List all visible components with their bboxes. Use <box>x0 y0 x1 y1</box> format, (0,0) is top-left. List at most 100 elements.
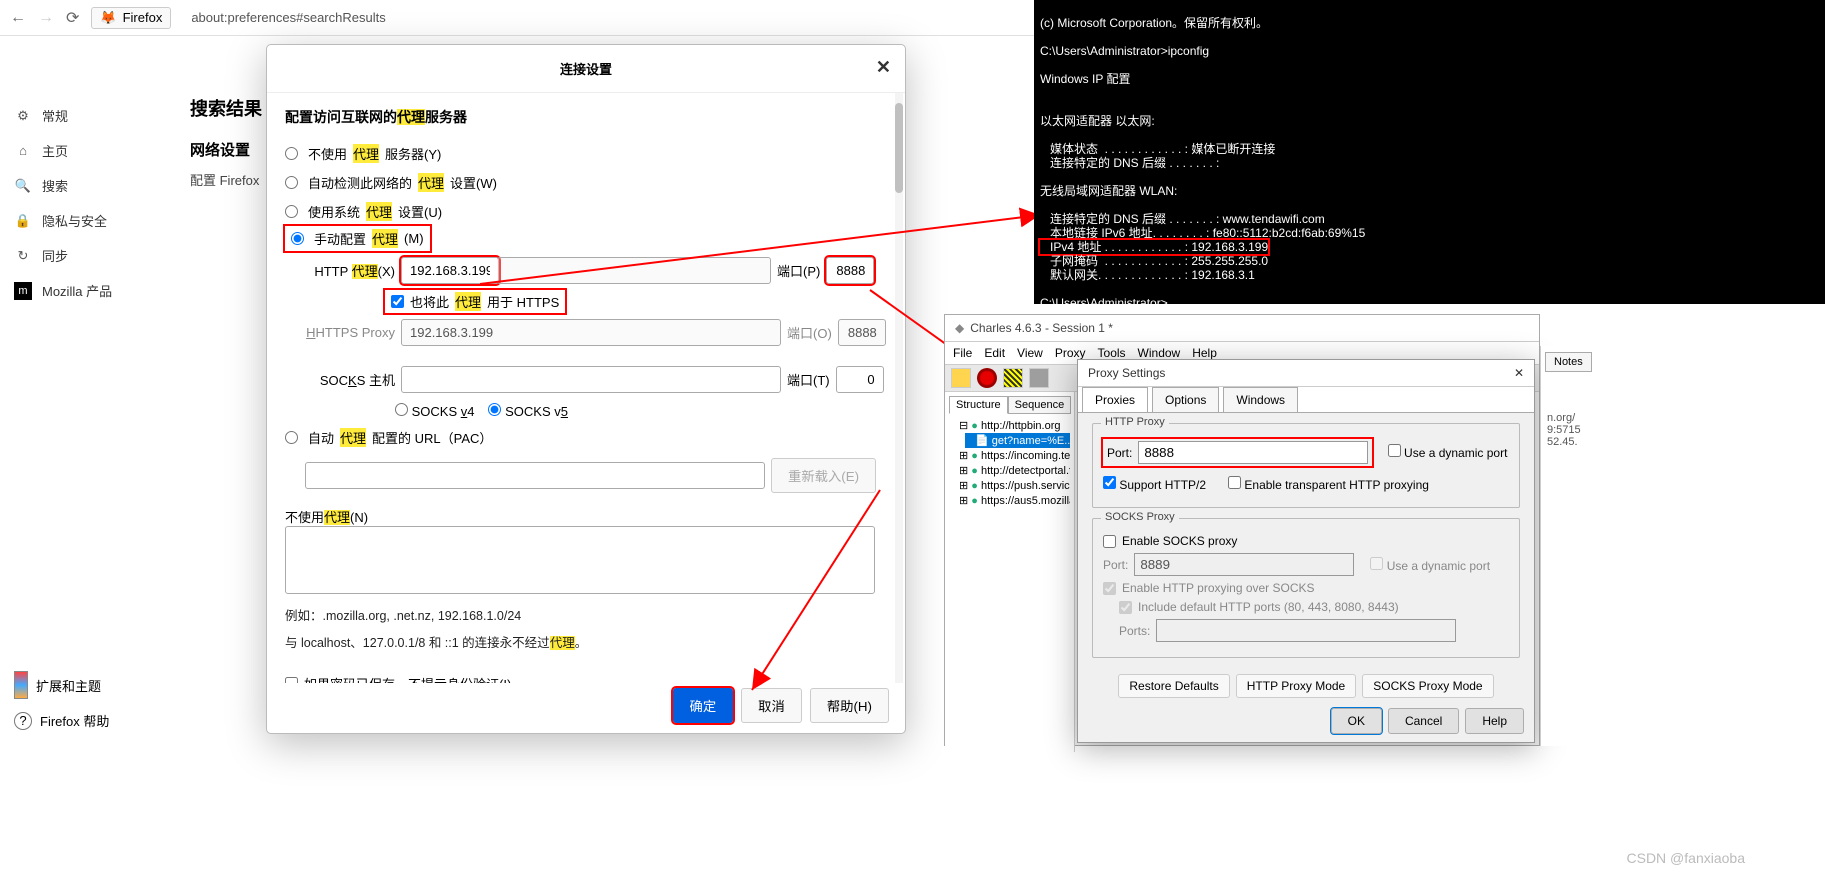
dialog-body: 配置访问互联网的代理服务器 不使用代理服务器(Y) 自动检测此网络的代理设置(W… <box>267 93 905 683</box>
socks-proxy-mode-button[interactable]: SOCKS Proxy Mode <box>1362 674 1493 698</box>
tab-sequence[interactable]: Sequence <box>1008 396 1072 414</box>
connection-settings-dialog: 连接设置 ✕ 配置访问互联网的代理服务器 不使用代理服务器(Y) 自动检测此网络… <box>266 44 906 734</box>
proxy-dialog-tabs: Proxies Options Windows <box>1078 387 1534 413</box>
cancel-button[interactable]: 取消 <box>741 688 802 723</box>
socks-dyn-port: Use a dynamic port <box>1370 557 1490 573</box>
menu-help[interactable]: Help <box>1192 346 1217 360</box>
http-proxy-host-input[interactable] <box>401 257 499 284</box>
toolbar-record-icon[interactable] <box>977 368 997 388</box>
socks-label: SOCKS 主机 <box>285 370 395 389</box>
https-port-label: 端口(O) <box>787 323 832 342</box>
close-icon[interactable]: ✕ <box>1514 366 1524 380</box>
sidebar-item-home[interactable]: ⌂主页 <box>0 133 150 168</box>
tab-label: Firefox <box>123 10 163 25</box>
dynamic-port-check[interactable]: Use a dynamic port <box>1388 446 1508 460</box>
tree-node[interactable]: ⊞ ● https://aus5.mozilla <box>949 493 1070 508</box>
menu-proxy[interactable]: Proxy <box>1055 346 1086 360</box>
extensions-themes-link[interactable]: 扩展和主题 <box>4 665 119 705</box>
tab-structure[interactable]: Structure <box>949 396 1008 414</box>
http-over-socks-check: Enable HTTP proxying over SOCKS <box>1103 581 1509 595</box>
no-auth-prompt-row[interactable]: 如果密码已保存，不提示身份验证(I) <box>285 669 887 683</box>
radio-pac-url[interactable]: 自动代理配置的 URL（PAC） <box>285 423 887 452</box>
toolbar-turtle-icon[interactable] <box>1029 368 1049 388</box>
tree-node-selected[interactable]: 📄 get?name=%E... <box>965 433 1070 448</box>
sidebar-item-general[interactable]: ⚙常规 <box>0 98 150 133</box>
menu-file[interactable]: File <box>953 346 972 360</box>
preferences-sidebar: ⚙常规 ⌂主页 🔍搜索 🔒隐私与安全 ↻同步 mMozilla 产品 <box>0 36 150 308</box>
dialog-title: 连接设置 ✕ <box>267 45 905 93</box>
sidebar-item-search[interactable]: 🔍搜索 <box>0 168 150 203</box>
toolbar-tool-icon[interactable] <box>1003 368 1023 388</box>
dialog-title-text: 连接设置 <box>560 62 612 77</box>
radio-socks4[interactable]: SOCKS v4 <box>395 403 474 419</box>
http-proxy-fieldset: HTTP Proxy Port: Use a dynamic port Supp… <box>1092 423 1520 508</box>
http-proxy-port-input[interactable] <box>826 257 874 284</box>
transparent-check[interactable]: Enable transparent HTTP proxying <box>1228 476 1429 492</box>
sidebar-item-privacy[interactable]: 🔒隐私与安全 <box>0 203 150 238</box>
menu-edit[interactable]: Edit <box>984 346 1005 360</box>
http-port-label: 端口(P) <box>777 261 820 280</box>
socks-row: SOCKS 主机 端口(T) <box>285 366 887 393</box>
https-proxy-label: HHTTPS Proxy <box>285 325 395 340</box>
home-icon: ⌂ <box>14 143 32 158</box>
tab-notes[interactable]: Notes <box>1545 352 1592 372</box>
tab-proxies[interactable]: Proxies <box>1082 387 1148 412</box>
radio-socks5[interactable]: SOCKS v5 <box>488 403 567 419</box>
tree-node[interactable]: ⊞ ● https://push.service <box>949 478 1070 493</box>
radio-manual-proxy[interactable]: 手动配置代理(M) <box>285 226 430 251</box>
menu-tools[interactable]: Tools <box>1098 346 1126 360</box>
use-for-https-row[interactable]: 也将此代理用于 HTTPS <box>385 290 565 313</box>
tab-options[interactable]: Options <box>1152 387 1219 412</box>
tree-node[interactable]: ⊟ ● http://httpbin.org <box>949 418 1070 433</box>
charles-titlebar: ◆Charles 4.6.3 - Session 1 * <box>945 315 1539 342</box>
tree-node[interactable]: ⊞ ● https://incoming.tel <box>949 448 1070 463</box>
reload-icon[interactable]: ⟳ <box>66 8 79 28</box>
help-icon: ? <box>14 712 32 730</box>
tab-firefox[interactable]: 🦊 Firefox <box>91 7 171 29</box>
cancel-button[interactable]: Cancel <box>1388 708 1459 734</box>
network-settings-label: 网络设置 <box>190 139 262 160</box>
restore-defaults-button[interactable]: Restore Defaults <box>1118 674 1229 698</box>
use-for-https-checkbox[interactable] <box>391 295 404 308</box>
scrollbar[interactable] <box>895 93 903 683</box>
radio-auto-detect[interactable]: 自动检测此网络的代理设置(W) <box>285 168 887 197</box>
forward-icon[interactable]: → <box>38 9 54 27</box>
socks-port-row: Port: Use a dynamic port <box>1103 553 1509 576</box>
menu-window[interactable]: Window <box>1138 346 1181 360</box>
firefox-help-link[interactable]: ?Firefox 帮助 <box>4 705 119 736</box>
radio-system-proxy[interactable]: 使用系统代理设置(U) <box>285 197 887 226</box>
ok-button[interactable]: OK <box>1331 708 1382 734</box>
charles-sidebar: Structure Sequence ⊟ ● http://httpbin.or… <box>945 392 1075 752</box>
lock-icon: 🔒 <box>14 213 32 229</box>
http2-check[interactable]: Support HTTP/2 <box>1103 476 1206 492</box>
sidebar-item-sync[interactable]: ↻同步 <box>0 238 150 273</box>
tab-windows[interactable]: Windows <box>1223 387 1298 412</box>
no-auth-checkbox[interactable] <box>285 677 298 683</box>
http-port-input[interactable] <box>1138 441 1368 464</box>
socks-port-input[interactable] <box>836 366 884 393</box>
socks-host-input[interactable] <box>401 366 781 393</box>
no-proxy-example1: 例如：.mozilla.org, .net.nz, 192.168.1.0/24 <box>285 605 887 624</box>
toolbar-broom-icon[interactable] <box>951 368 971 388</box>
proxy-settings-dialog: Proxy Settings✕ Proxies Options Windows … <box>1077 359 1535 743</box>
https-proxy-port-input <box>838 319 886 346</box>
proxy-dialog-body: HTTP Proxy Port: Use a dynamic port Supp… <box>1078 413 1534 714</box>
back-icon[interactable]: ← <box>10 9 26 27</box>
radio-no-proxy[interactable]: 不使用代理服务器(Y) <box>285 139 887 168</box>
close-icon[interactable]: ✕ <box>876 57 891 78</box>
no-proxy-label: 不使用代理(N) <box>285 507 887 526</box>
sidebar-item-mozilla[interactable]: mMozilla 产品 <box>0 273 150 308</box>
help-button[interactable]: 帮助(H) <box>810 688 889 723</box>
charles-right-panel: Notes n.org/ 9:5715 52.45. <box>1540 346 1825 746</box>
cmd-window: (c) Microsoft Corporation。保留所有权利。 C:\Use… <box>1034 0 1825 304</box>
ok-button[interactable]: 确定 <box>673 688 734 723</box>
pac-url-input[interactable] <box>305 462 765 489</box>
help-button[interactable]: Help <box>1465 708 1524 734</box>
tree-node[interactable]: ⊞ ● http://detectportal.f <box>949 463 1070 478</box>
http-proxy-mode-button[interactable]: HTTP Proxy Mode <box>1236 674 1356 698</box>
enable-socks-check[interactable]: Enable SOCKS proxy <box>1103 534 1509 548</box>
menu-view[interactable]: View <box>1017 346 1043 360</box>
no-proxy-textarea[interactable] <box>285 526 875 594</box>
socks-version-row: SOCKS v4 SOCKS v5 <box>395 399 887 423</box>
socks-port-label: 端口(T) <box>787 370 830 389</box>
